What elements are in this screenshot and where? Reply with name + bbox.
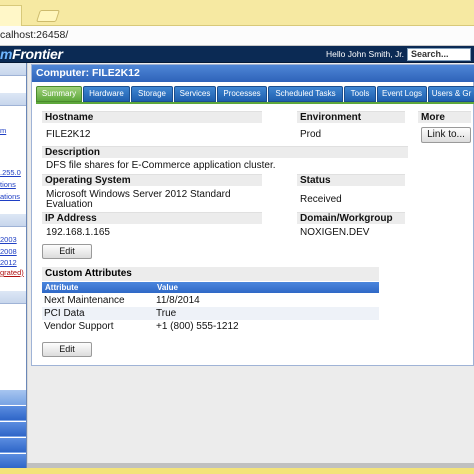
search-input[interactable]: Search... [407, 48, 471, 61]
hostname-label: Hostname [42, 111, 262, 123]
os-value-line2: Evaluation [46, 199, 93, 210]
edit-attributes-button[interactable]: Edit [42, 342, 92, 357]
sidebar-link[interactable]: 2008 [0, 247, 17, 256]
sidebar-link[interactable]: tions [0, 180, 16, 189]
sidebar-nav-item[interactable] [0, 454, 26, 469]
ip-value: 192.168.1.165 [46, 227, 110, 238]
tab-storage[interactable]: Storage [131, 86, 173, 102]
sidebar-nav-item[interactable] [0, 438, 26, 453]
user-greeting: Hello John Smith, Jr. [326, 49, 404, 59]
more-label: More [418, 111, 471, 123]
browser-tab[interactable] [0, 5, 22, 26]
sidebar-section [0, 291, 26, 304]
environment-label: Environment [297, 111, 405, 123]
sidebar-link[interactable]: m [0, 126, 6, 135]
tab-processes[interactable]: Processes [217, 86, 267, 102]
ip-label: IP Address [42, 212, 262, 224]
sidebar-section [0, 93, 26, 106]
tab-scheduled-tasks[interactable]: Scheduled Tasks [268, 86, 343, 102]
panel-title: Computer: FILE2K12 [32, 65, 474, 82]
tab-users-groups[interactable]: Users & Gr [428, 86, 474, 102]
sidebar-nav-item[interactable] [0, 406, 26, 421]
domain-label: Domain/Workgroup [297, 212, 405, 224]
description-value: DFS file shares for E-Commerce applicati… [46, 160, 276, 171]
column-attribute: Attribute [45, 283, 79, 292]
sidebar-section [0, 214, 26, 227]
link-to-button[interactable]: Link to... [421, 127, 471, 143]
sidebar-nav-item[interactable] [0, 390, 26, 405]
sidebar-link[interactable]: 2003 [0, 235, 17, 244]
column-value: Value [157, 283, 178, 292]
address-bar[interactable]: calhost:26458/ [0, 26, 474, 46]
status-label: Status [297, 174, 405, 186]
edit-summary-button[interactable]: Edit [42, 244, 92, 259]
environment-value: Prod [300, 129, 322, 140]
sidebar-link[interactable]: grated) [0, 268, 24, 277]
table-row: Next Maintenance 11/8/2014 [42, 294, 379, 307]
tab-summary[interactable]: Summary [36, 86, 82, 102]
taskbar-strip [0, 468, 474, 474]
new-tab-button[interactable] [36, 10, 60, 22]
sidebar-nav-item[interactable] [0, 422, 26, 437]
hostname-value: FILE2K12 [46, 129, 91, 140]
custom-attributes-header-row: Attribute Value [42, 282, 379, 293]
app-logo[interactable]: mFrontier [0, 46, 63, 63]
browser-tab-strip [0, 0, 474, 26]
attribute-value: +1 (800) 555-1212 [156, 321, 239, 332]
tab-services[interactable]: Services [174, 86, 216, 102]
table-row: Vendor Support +1 (800) 555-1212 [42, 320, 379, 333]
app-header: mFrontier Hello John Smith, Jr. Search..… [0, 46, 474, 63]
description-label: Description [42, 146, 408, 158]
sidebar: m .255.0 tions ations 2003 2008 2012 gra… [0, 63, 27, 474]
status-value: Received [300, 194, 342, 205]
custom-attributes-title: Custom Attributes [42, 267, 379, 281]
domain-value: NOXIGEN.DEV [300, 227, 370, 238]
os-label: Operating System [42, 174, 262, 186]
tab-event-logs[interactable]: Event Logs [377, 86, 427, 102]
attribute-name: PCI Data [44, 308, 85, 319]
tab-tools[interactable]: Tools [344, 86, 376, 102]
tab-hardware[interactable]: Hardware [83, 86, 130, 102]
sidebar-link[interactable]: 2012 [0, 258, 17, 267]
sidebar-link[interactable]: .255.0 [0, 168, 21, 177]
sidebar-link[interactable]: ations [0, 192, 20, 201]
attribute-name: Vendor Support [44, 321, 114, 332]
attribute-value: True [156, 308, 177, 319]
tab-underline [36, 102, 474, 104]
attribute-name: Next Maintenance [44, 295, 125, 306]
attribute-value: 11/8/2014 [156, 295, 200, 306]
table-row: PCI Data True [42, 307, 379, 320]
sidebar-header [0, 63, 26, 76]
address-text[interactable]: calhost:26458/ [0, 29, 68, 41]
